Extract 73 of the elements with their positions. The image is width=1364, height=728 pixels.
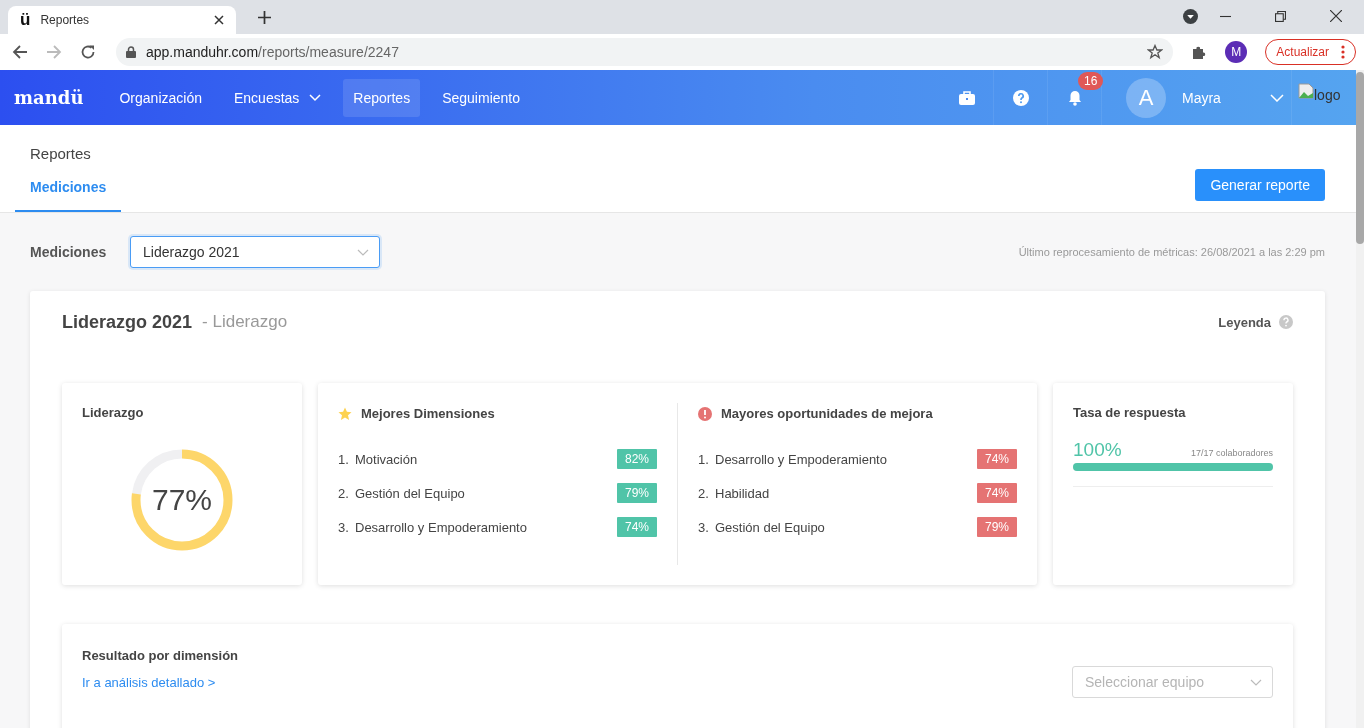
app-logo[interactable]: mandü bbox=[14, 87, 84, 108]
lock-icon bbox=[126, 46, 136, 58]
browser-tab[interactable]: ü Reportes bbox=[8, 6, 236, 34]
percentage-badge: 74% bbox=[976, 449, 1017, 469]
score-value: 77% bbox=[151, 483, 212, 517]
chevron-down-icon bbox=[309, 93, 322, 102]
rank-number: 3. bbox=[338, 519, 350, 535]
list-title: Mejores Dimensiones bbox=[361, 406, 495, 421]
close-icon[interactable] bbox=[1330, 10, 1342, 22]
alert-icon bbox=[698, 406, 712, 421]
filter-label: Mediciones bbox=[30, 244, 108, 260]
list-title: Mayores oportunidades de mejora bbox=[721, 406, 933, 421]
card-title: Resultado por dimensión bbox=[82, 648, 239, 663]
rank-number: 3. bbox=[698, 519, 710, 535]
back-icon[interactable] bbox=[12, 44, 28, 60]
favicon: ü bbox=[20, 10, 31, 30]
scrollbar-thumb[interactable] bbox=[1356, 72, 1364, 244]
bell-icon[interactable] bbox=[1067, 89, 1082, 106]
logo-alt-text: logo bbox=[1314, 86, 1341, 103]
profile-avatar[interactable]: M bbox=[1225, 41, 1248, 63]
rank-number: 2. bbox=[338, 485, 350, 501]
generate-report-button[interactable]: Generar reporte bbox=[1195, 169, 1325, 201]
address-bar[interactable]: app.manduhr.com/reports/measure/2247 bbox=[116, 38, 1174, 66]
restore-icon[interactable] bbox=[1275, 11, 1286, 22]
plus-icon[interactable] bbox=[258, 11, 271, 24]
rank-number: 1. bbox=[698, 451, 710, 467]
notification-badge: 16 bbox=[1078, 72, 1104, 90]
rank-number: 1. bbox=[338, 451, 350, 467]
update-button[interactable]: Actualizar bbox=[1265, 39, 1356, 65]
more-icon bbox=[1341, 45, 1345, 59]
nav-item[interactable]: Organización bbox=[109, 78, 212, 117]
star-icon[interactable] bbox=[1147, 44, 1164, 60]
detailed-analysis-link[interactable]: Ir a análisis detallado > bbox=[82, 674, 216, 690]
chevron-down-icon bbox=[357, 248, 369, 256]
percentage-badge: 74% bbox=[976, 483, 1017, 503]
star-icon bbox=[338, 406, 352, 421]
dropdown-icon[interactable] bbox=[1183, 9, 1198, 24]
report-subtitle: - Liderazgo bbox=[202, 312, 288, 332]
last-update-text: Último reprocesamiento de métricas: 26/08/2021 a las 2:29 pm bbox=[1018, 246, 1325, 258]
respondents-count: 17/17 colaboradores bbox=[1190, 448, 1273, 458]
nav-item[interactable]: Encuestas bbox=[223, 78, 332, 117]
page-title: Reportes bbox=[29, 144, 92, 162]
measurement-select[interactable]: Liderazgo 2021 bbox=[130, 236, 380, 268]
legend-link[interactable]: Leyenda bbox=[1218, 314, 1271, 330]
tab-title: Reportes bbox=[40, 13, 91, 27]
briefcase-icon[interactable] bbox=[958, 90, 975, 105]
dimension-name: Desarrollo y Empoderamiento bbox=[355, 519, 527, 535]
dimension-name: Desarrollo y Empoderamiento bbox=[715, 451, 887, 467]
percentage-badge: 82% bbox=[616, 449, 657, 469]
chevron-down-icon[interactable] bbox=[1270, 93, 1284, 102]
card-title: Tasa de respuesta bbox=[1073, 405, 1187, 420]
url-text: app.manduhr.com/reports/measure/2247 bbox=[146, 44, 399, 60]
nav-item[interactable]: Reportes bbox=[343, 78, 421, 117]
dimension-name: Gestión del Equipo bbox=[715, 519, 825, 535]
response-rate-value: 100% bbox=[1073, 439, 1122, 461]
card-title: Liderazgo bbox=[82, 405, 145, 420]
nav-item[interactable]: Seguimiento bbox=[432, 78, 530, 117]
rank-number: 2. bbox=[698, 485, 710, 501]
help-icon[interactable] bbox=[1012, 89, 1029, 106]
reload-icon[interactable] bbox=[80, 44, 96, 60]
chevron-down-icon bbox=[1250, 678, 1262, 686]
dimension-name: Gestión del Equipo bbox=[355, 485, 465, 501]
broken-image-icon bbox=[1298, 82, 1314, 99]
puzzle-icon[interactable] bbox=[1191, 44, 1208, 60]
report-title: Liderazgo 2021 bbox=[62, 311, 193, 333]
percentage-badge: 79% bbox=[976, 517, 1017, 537]
close-icon[interactable] bbox=[214, 15, 224, 25]
tab[interactable]: Mediciones bbox=[15, 162, 122, 212]
dimension-name: Motivación bbox=[355, 451, 418, 467]
user-name[interactable]: Mayra bbox=[1182, 89, 1254, 106]
percentage-badge: 74% bbox=[616, 517, 657, 537]
percentage-badge: 79% bbox=[616, 483, 657, 503]
dimension-name: Habilidad bbox=[715, 485, 770, 501]
